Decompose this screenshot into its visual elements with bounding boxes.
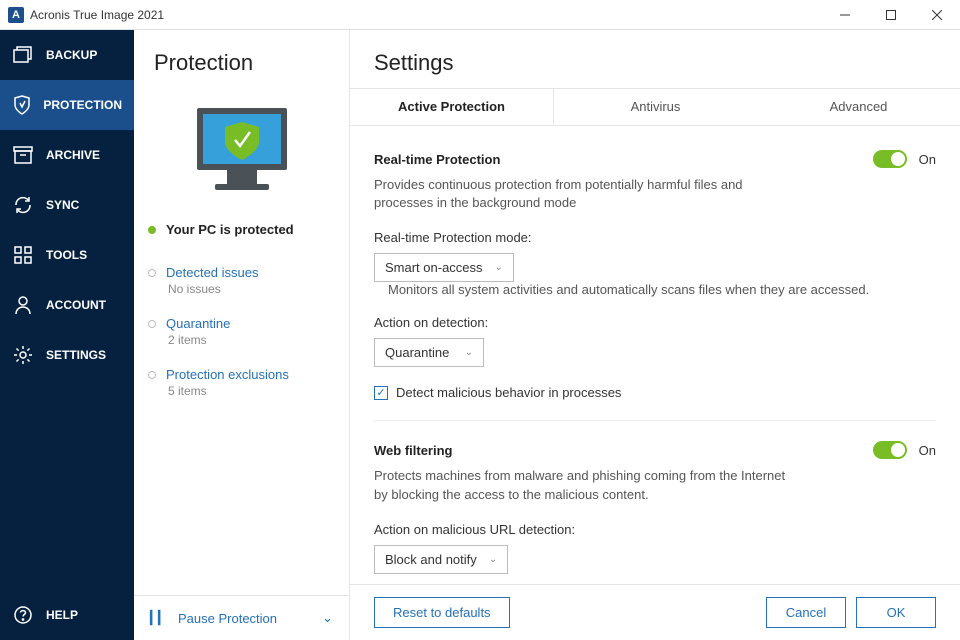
chevron-down-icon: ⌄ [483, 262, 503, 273]
checkbox-icon: ✓ [374, 386, 388, 400]
sidebar-item-settings[interactable]: SETTINGS [0, 330, 134, 380]
panel-item-label: Detected issues [166, 265, 259, 280]
panel-item-label: Quarantine [166, 316, 230, 331]
sidebar-item-help[interactable]: HELP [0, 590, 134, 640]
panel-item-detected-issues[interactable]: Detected issues No issues [134, 259, 349, 310]
pause-icon: ▎▎ [150, 610, 166, 626]
sidebar-label: HELP [46, 608, 78, 622]
ok-button[interactable]: OK [856, 597, 936, 628]
status-dot-icon [148, 226, 156, 234]
action-detection-select[interactable]: Quarantine ⌄ [374, 338, 484, 367]
sidebar-item-sync[interactable]: SYNC [0, 180, 134, 230]
webfilter-toggle[interactable] [873, 441, 907, 459]
realtime-toggle[interactable] [873, 150, 907, 168]
settings-tabs: Active Protection Antivirus Advanced [350, 88, 960, 126]
tab-active-protection[interactable]: Active Protection [350, 89, 554, 125]
toggle-label: On [919, 443, 936, 458]
panel-item-label: Protection exclusions [166, 367, 289, 382]
checkbox-label: Detect malicious behavior in processes [396, 385, 621, 400]
section-title: Web filtering [374, 443, 873, 458]
protection-illustration [134, 100, 349, 200]
sidebar-label: SYNC [46, 198, 79, 212]
panel-item-sub: 2 items [168, 333, 335, 347]
field-label: Action on detection: [374, 315, 936, 330]
sidebar-label: ARCHIVE [46, 148, 100, 162]
field-label: Action on malicious URL detection: [374, 522, 936, 537]
close-button[interactable] [914, 0, 960, 30]
sidebar-label: SETTINGS [46, 348, 106, 362]
bullet-icon [148, 371, 156, 379]
archive-icon [12, 144, 34, 166]
tools-icon [12, 244, 34, 266]
account-icon [12, 294, 34, 316]
panel-title: Protection [134, 30, 349, 86]
sidebar-label: ACCOUNT [46, 298, 106, 312]
panel-item-sub: 5 items [168, 384, 335, 398]
web-action-select[interactable]: Block and notify ⌄ [374, 545, 508, 574]
reset-button[interactable]: Reset to defaults [374, 597, 510, 628]
sidebar-label: PROTECTION [43, 98, 122, 112]
titlebar: A Acronis True Image 2021 [0, 0, 960, 30]
protection-status: Your PC is protected [134, 218, 349, 241]
panel-item-quarantine[interactable]: Quarantine 2 items [134, 310, 349, 361]
sidebar-item-tools[interactable]: TOOLS [0, 230, 134, 280]
panel-item-exclusions[interactable]: Protection exclusions 5 items [134, 361, 349, 412]
page-title: Settings [350, 30, 960, 88]
sidebar-item-archive[interactable]: ARCHIVE [0, 130, 134, 180]
sidebar: BACKUP PROTECTION ARCHIVE SYNC TOOLS ACC… [0, 30, 134, 640]
sidebar-item-backup[interactable]: BACKUP [0, 30, 134, 80]
sidebar-item-protection[interactable]: PROTECTION [0, 80, 134, 130]
gear-icon [12, 344, 34, 366]
settings-footer: Reset to defaults Cancel OK [350, 584, 960, 640]
window-title: Acronis True Image 2021 [30, 8, 822, 22]
chevron-down-icon: ⌄ [453, 347, 473, 358]
bullet-icon [148, 269, 156, 277]
help-icon [12, 604, 34, 626]
field-label: Real-time Protection mode: [374, 230, 936, 245]
detect-malicious-checkbox[interactable]: ✓ Detect malicious behavior in processes [374, 385, 936, 400]
pause-label: Pause Protection [178, 611, 277, 626]
section-realtime: Real-time Protection On Provides continu… [374, 130, 936, 421]
tab-antivirus[interactable]: Antivirus [554, 89, 757, 125]
realtime-mode-select[interactable]: Smart on-access ⌄ [374, 253, 514, 282]
sidebar-label: TOOLS [46, 248, 87, 262]
backup-icon [12, 44, 34, 66]
mode-hint: Monitors all system activities and autom… [388, 282, 869, 297]
cancel-button[interactable]: Cancel [766, 597, 846, 628]
pause-protection-button[interactable]: ▎▎ Pause Protection ⌄ [134, 595, 349, 640]
sidebar-label: BACKUP [46, 48, 97, 62]
select-value: Quarantine [385, 345, 449, 360]
settings-main: Settings Active Protection Antivirus Adv… [350, 30, 960, 640]
section-title: Real-time Protection [374, 152, 873, 167]
select-value: Smart on-access [385, 260, 483, 275]
status-text: Your PC is protected [166, 222, 294, 237]
chevron-down-icon: ⌄ [322, 610, 333, 626]
sidebar-item-account[interactable]: ACCOUNT [0, 280, 134, 330]
bullet-icon [148, 320, 156, 328]
shield-icon [12, 94, 31, 116]
section-webfiltering: Web filtering On Protects machines from … [374, 421, 936, 584]
tab-advanced[interactable]: Advanced [757, 89, 960, 125]
minimize-button[interactable] [822, 0, 868, 30]
select-value: Block and notify [385, 552, 477, 567]
maximize-button[interactable] [868, 0, 914, 30]
section-description: Provides continuous protection from pote… [374, 176, 794, 212]
sync-icon [12, 194, 34, 216]
protection-panel: Protection Your PC is protected Detected… [134, 30, 350, 640]
chevron-down-icon: ⌄ [477, 554, 497, 565]
app-logo: A [8, 7, 24, 23]
panel-item-sub: No issues [168, 282, 335, 296]
toggle-label: On [919, 152, 936, 167]
section-description: Protects machines from malware and phish… [374, 467, 794, 503]
